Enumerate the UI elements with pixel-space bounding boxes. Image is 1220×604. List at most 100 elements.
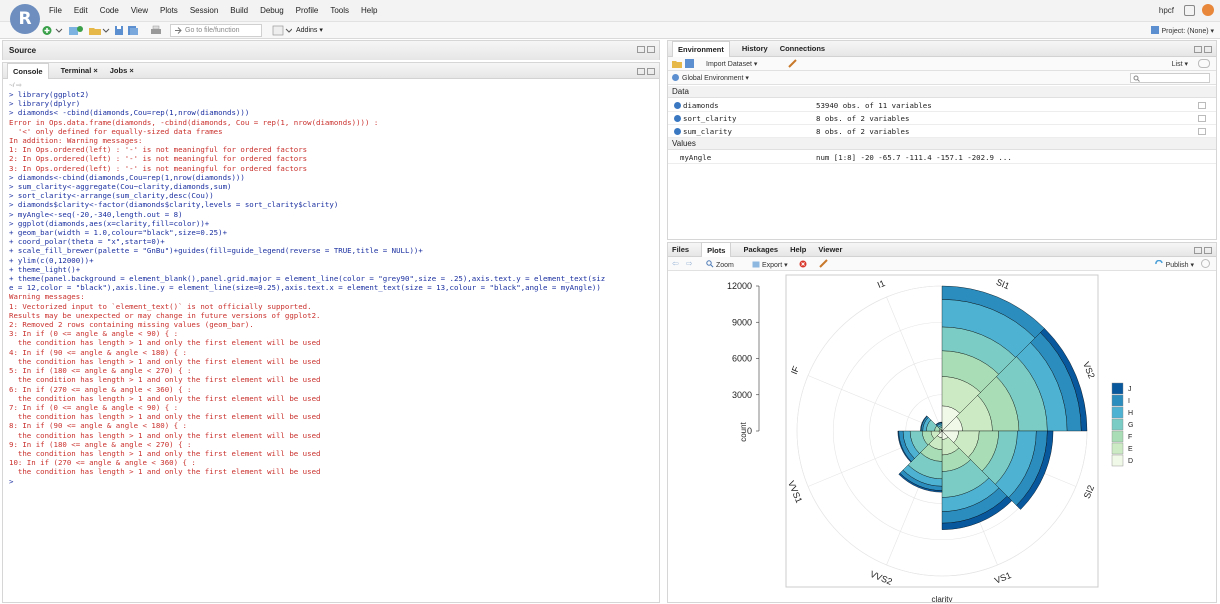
legend-key bbox=[1111, 418, 1124, 431]
publish-button[interactable]: Publish ▾ bbox=[1154, 259, 1194, 269]
restore-icon[interactable] bbox=[637, 46, 645, 53]
import-dataset-button[interactable]: Import Dataset ▾ bbox=[706, 60, 757, 68]
console-line: > library(dplyr) bbox=[9, 99, 81, 109]
maximize-icon[interactable] bbox=[1204, 46, 1212, 53]
tab-plots[interactable]: Plots bbox=[701, 242, 732, 258]
main-menu: File Edit Code View Plots Session Build … bbox=[49, 6, 377, 15]
search-icon bbox=[1133, 75, 1140, 82]
goto-file-input[interactable]: Go to file/function bbox=[170, 24, 262, 37]
layout-grid-icon[interactable] bbox=[272, 25, 292, 36]
print-icon[interactable] bbox=[150, 25, 162, 36]
console-line: 1: In Ops.ordered(left) : '-' is not mea… bbox=[9, 145, 308, 155]
global-environment-dropdown[interactable]: Global Environment ▾ bbox=[672, 74, 749, 82]
env-row-myangle[interactable]: myAngle num [1:8] -20 -65.7 -111.4 -157.… bbox=[668, 151, 1216, 164]
minimize-icon[interactable] bbox=[1194, 247, 1202, 254]
env-toolbar: Import Dataset ▾ List ▾ bbox=[668, 57, 1216, 71]
publish-icon bbox=[1154, 259, 1163, 265]
project-menu[interactable]: Project: (None) ▾ bbox=[1151, 26, 1214, 35]
refresh-icon[interactable] bbox=[1198, 59, 1210, 68]
tab-jobs[interactable]: Jobs × bbox=[110, 66, 134, 79]
console-line: 3: In if (0 <= angle & angle < 90) { : bbox=[9, 329, 179, 339]
open-file-icon[interactable] bbox=[88, 25, 110, 36]
console-line: the condition has length > 1 and only th… bbox=[9, 356, 321, 366]
save-all-icon[interactable] bbox=[127, 25, 139, 36]
menu-tools[interactable]: Tools bbox=[330, 6, 349, 15]
tab-connections[interactable]: Connections bbox=[780, 44, 825, 57]
legend-label: E bbox=[1128, 446, 1133, 453]
console-line: + geom_bar(width = 1.0,colour="black",si… bbox=[9, 228, 228, 238]
maximize-icon[interactable] bbox=[647, 46, 655, 53]
menu-help[interactable]: Help bbox=[361, 6, 377, 15]
expand-icon[interactable] bbox=[674, 115, 681, 122]
menu-profile[interactable]: Profile bbox=[296, 6, 319, 15]
view-table-icon[interactable] bbox=[1198, 128, 1206, 135]
restore-icon[interactable] bbox=[647, 68, 655, 75]
menu-plots[interactable]: Plots bbox=[160, 6, 178, 15]
load-workspace-icon[interactable] bbox=[672, 59, 682, 68]
env-row-diamonds[interactable]: diamonds 53940 obs. of 11 variables bbox=[668, 99, 1216, 112]
console-line: 9: In if (180 <= angle & angle < 270) { … bbox=[9, 439, 192, 449]
expand-icon[interactable] bbox=[674, 128, 681, 135]
menu-view[interactable]: View bbox=[131, 6, 148, 15]
expand-icon[interactable] bbox=[674, 102, 681, 109]
console-line: Error in Ops.data.frame(diamonds, -cbind… bbox=[9, 117, 379, 127]
quit-session-icon[interactable] bbox=[1202, 4, 1214, 16]
list-view-button[interactable]: List ▾ bbox=[1172, 60, 1188, 68]
console-line: > myAngle<-seq(-20,-340,length.out = 8) bbox=[9, 209, 183, 219]
sign-out-icon[interactable] bbox=[1184, 5, 1195, 16]
new-project-icon[interactable] bbox=[68, 25, 84, 36]
console-line: > bbox=[9, 476, 14, 486]
r-env-icon bbox=[672, 74, 679, 81]
console-line: 10: In if (270 <= angle & angle < 360) {… bbox=[9, 458, 196, 468]
view-table-icon[interactable] bbox=[1198, 102, 1206, 109]
menu-file[interactable]: File bbox=[49, 6, 62, 15]
console-line: > diamonds<-cbind(diamonds,Cou=rep(1,nro… bbox=[9, 172, 245, 182]
menu-session[interactable]: Session bbox=[190, 6, 218, 15]
plots-window-buttons bbox=[1194, 247, 1212, 254]
console-line: the condition has length > 1 and only th… bbox=[9, 467, 321, 477]
project-icon bbox=[1151, 26, 1160, 34]
refresh-plot-icon[interactable] bbox=[1201, 259, 1210, 268]
minimize-icon[interactable] bbox=[637, 68, 645, 75]
y-axis-title: count bbox=[739, 421, 748, 441]
broom-icon[interactable] bbox=[788, 59, 797, 68]
menu-edit[interactable]: Edit bbox=[74, 6, 88, 15]
minimize-icon[interactable] bbox=[1194, 46, 1202, 53]
legend: JIHGFED bbox=[1111, 382, 1133, 467]
console-line: 8: In if (90 <= angle & angle < 180) { : bbox=[9, 421, 187, 431]
maximize-icon[interactable] bbox=[1204, 247, 1212, 254]
console-output[interactable]: > library(ggplot2) > library(dplyr) > diam… bbox=[9, 90, 655, 486]
console-line: the condition has length > 1 and only th… bbox=[9, 448, 321, 458]
addins-menu[interactable]: Addins ▾ bbox=[296, 26, 323, 34]
console-path: ~/ ⇨ bbox=[9, 82, 22, 89]
tab-console[interactable]: Console bbox=[7, 63, 49, 79]
tab-history[interactable]: History bbox=[742, 44, 768, 57]
tab-terminal[interactable]: Terminal × bbox=[61, 66, 98, 79]
env-row-sum-clarity[interactable]: sum_clarity 8 obs. of 2 variables bbox=[668, 125, 1216, 138]
legend-label: F bbox=[1128, 434, 1132, 441]
menu-code[interactable]: Code bbox=[100, 6, 119, 15]
previous-plot-icon[interactable]: ⇦ bbox=[672, 259, 679, 268]
save-icon[interactable] bbox=[114, 25, 124, 36]
console-window-buttons bbox=[637, 68, 655, 75]
y-tick-label: 3000 bbox=[732, 390, 752, 400]
legend-key bbox=[1111, 406, 1124, 419]
menu-debug[interactable]: Debug bbox=[260, 6, 284, 15]
zoom-button[interactable]: Zoom bbox=[706, 260, 734, 269]
legend-key bbox=[1111, 430, 1124, 443]
env-row-sort-clarity[interactable]: sort_clarity 8 obs. of 2 variables bbox=[668, 112, 1216, 125]
env-search-input[interactable] bbox=[1130, 73, 1210, 83]
export-button[interactable]: Export ▾ bbox=[752, 260, 788, 269]
clear-plots-icon[interactable] bbox=[819, 259, 828, 268]
env-scope-bar: Global Environment ▾ bbox=[668, 71, 1216, 85]
x-axis-title: clarity bbox=[932, 595, 953, 602]
console-line: + ylim(c(0,12000))+ bbox=[9, 255, 94, 265]
remove-plot-icon[interactable] bbox=[799, 260, 807, 268]
console-line: 7: In if (0 <= angle & angle < 90) { : bbox=[9, 402, 179, 412]
menu-build[interactable]: Build bbox=[230, 6, 248, 15]
save-workspace-icon[interactable] bbox=[685, 59, 694, 68]
tab-environment[interactable]: Environment bbox=[672, 41, 730, 57]
view-table-icon[interactable] bbox=[1198, 115, 1206, 122]
next-plot-icon[interactable]: ⇨ bbox=[686, 259, 693, 268]
new-file-icon[interactable] bbox=[42, 25, 64, 36]
